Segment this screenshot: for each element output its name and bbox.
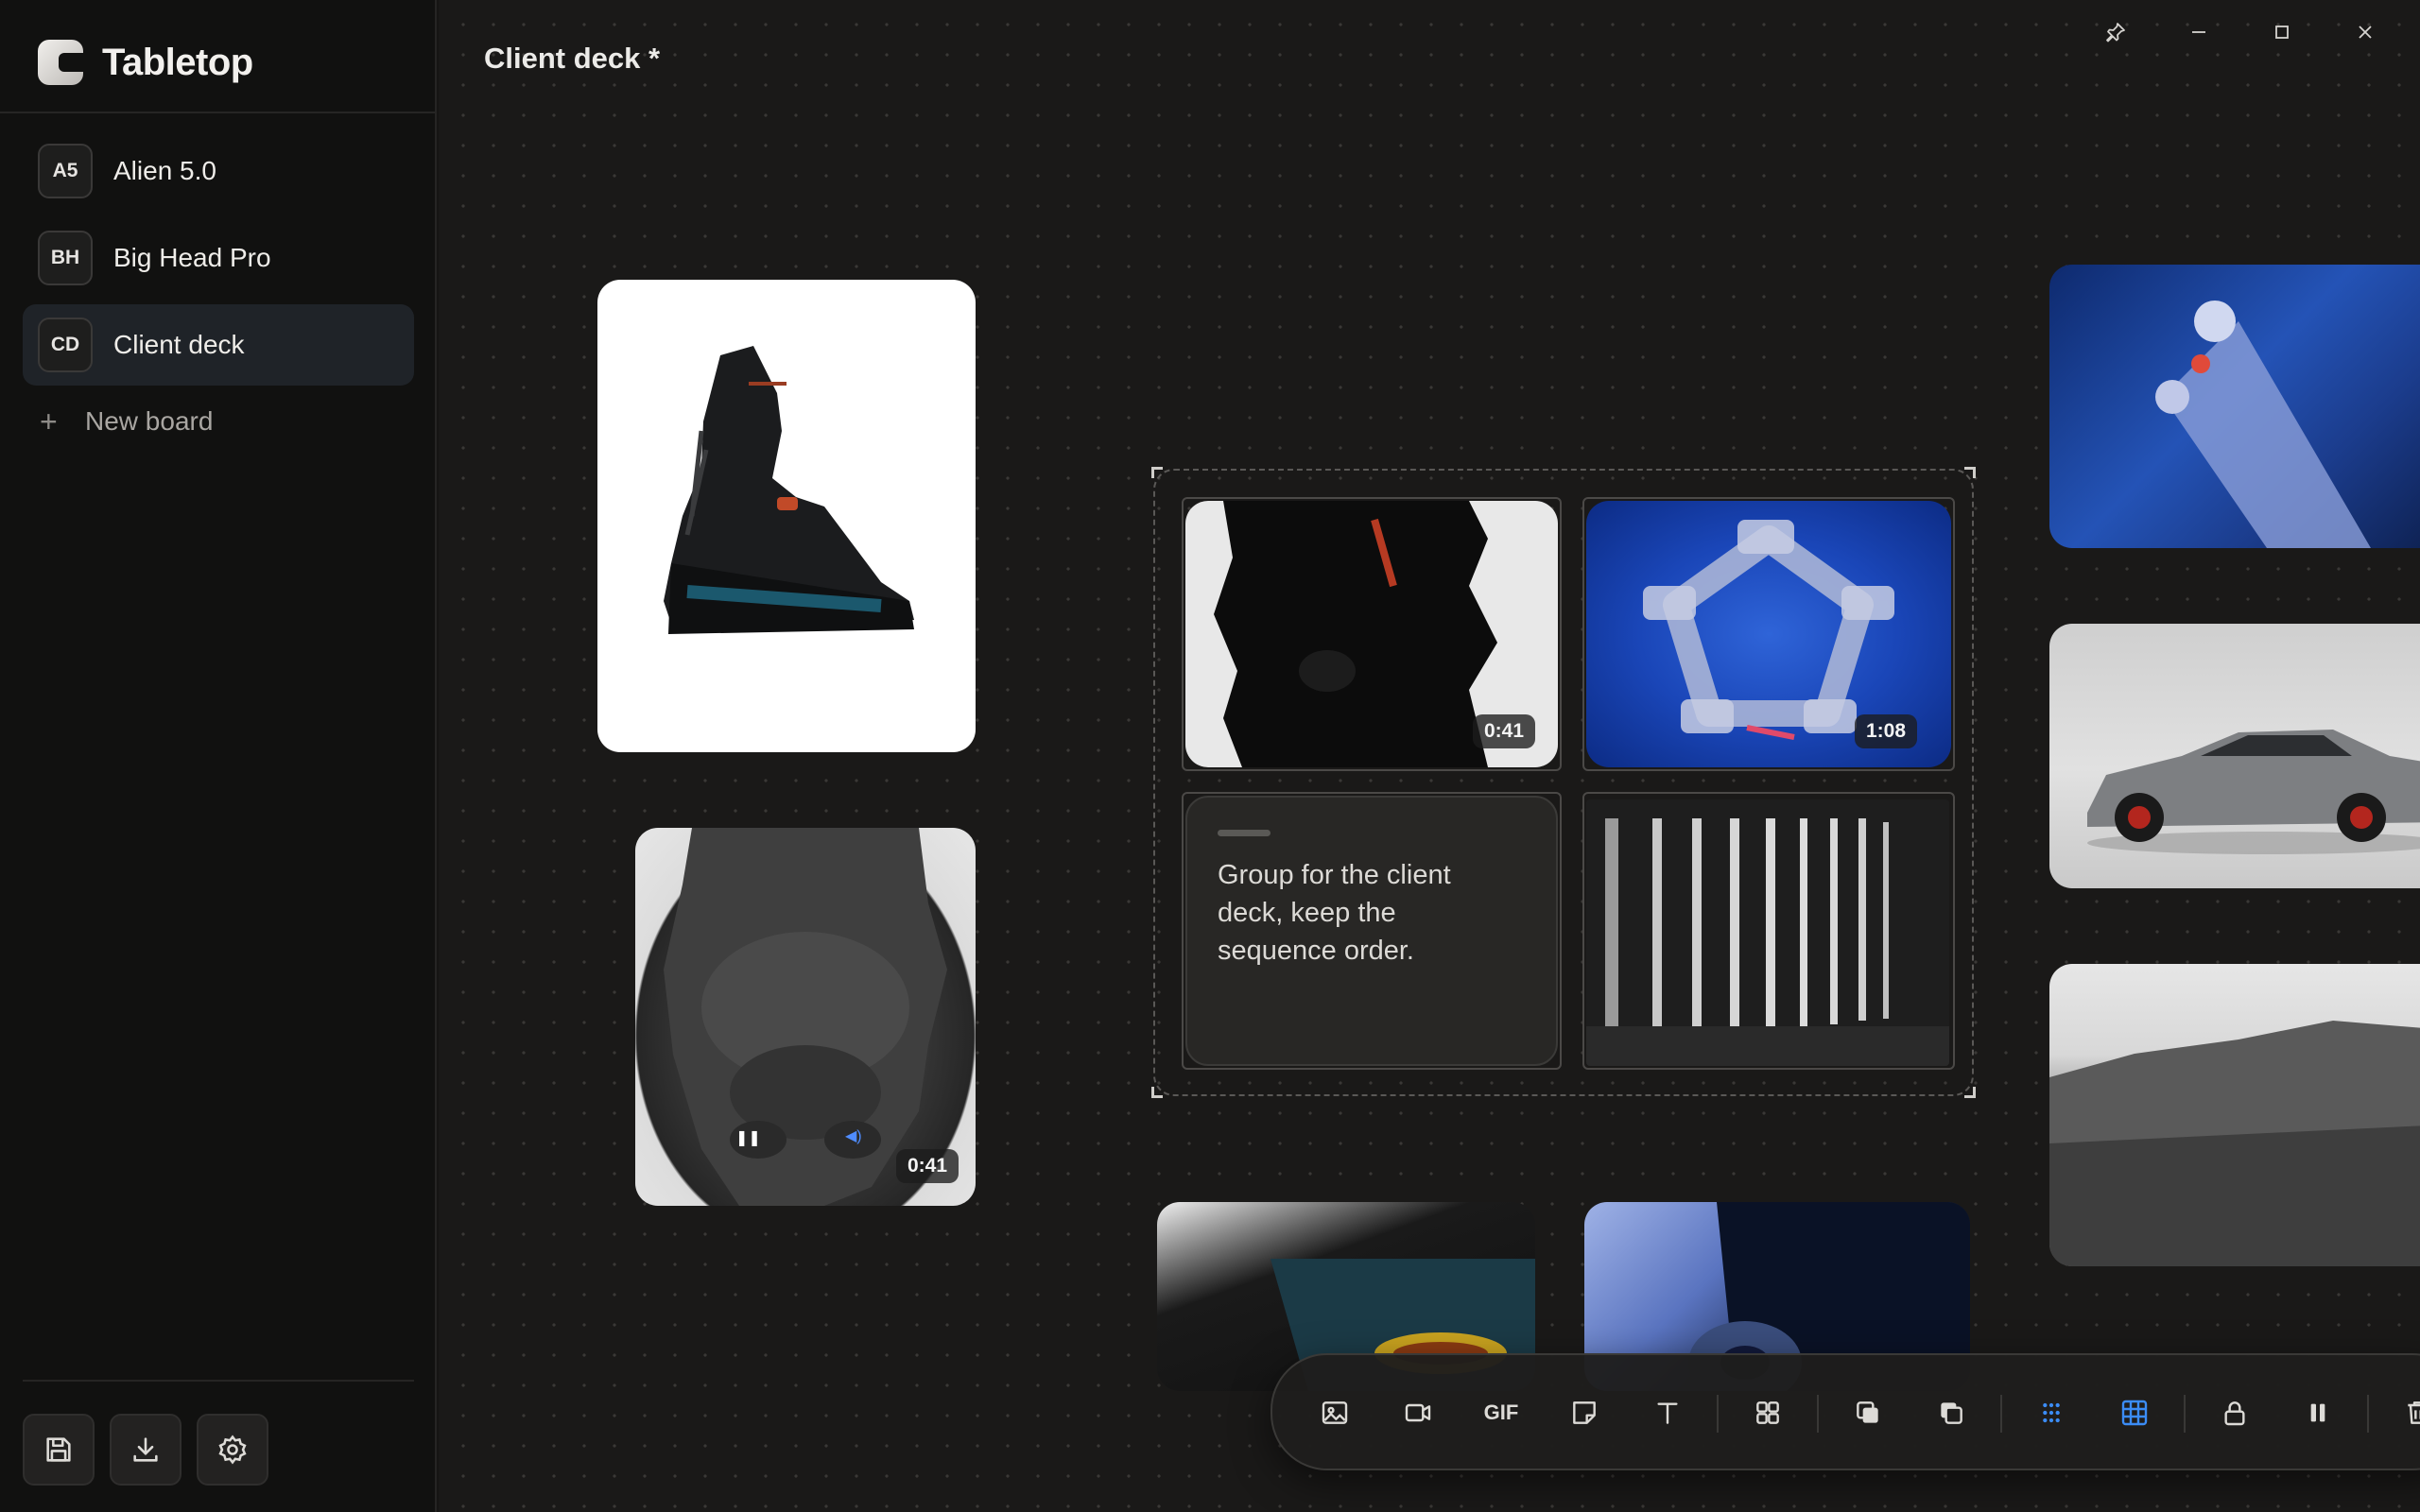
selection-handle[interactable] xyxy=(1151,1087,1163,1098)
app-name: Tabletop xyxy=(102,41,253,83)
sidebar: Tabletop A5 Alien 5.0 BH Big Head Pro CD… xyxy=(0,0,437,1512)
divider xyxy=(23,1380,414,1382)
selection-handle[interactable] xyxy=(1964,467,1976,478)
sidebar-footer-tools xyxy=(23,1414,268,1486)
video-icon xyxy=(1405,1403,1431,1422)
toolbar-divider xyxy=(2000,1395,2002,1433)
lock-button[interactable] xyxy=(2208,1386,2261,1439)
toolbar-divider xyxy=(2367,1395,2369,1433)
group-icon xyxy=(1756,1401,1779,1424)
board-badge: A5 xyxy=(38,144,93,198)
volume-icon[interactable]: ◀) xyxy=(845,1126,862,1145)
board-label: Alien 5.0 xyxy=(113,156,216,185)
divider xyxy=(0,112,435,113)
pillars-image xyxy=(1586,799,1949,1066)
text-icon xyxy=(1657,1402,1678,1424)
note-text[interactable]: Group for the client deck, keep the sequ… xyxy=(1218,856,1520,970)
minimize-icon xyxy=(2192,31,2205,33)
image-card-sports-car[interactable] xyxy=(2049,624,2420,888)
board-badge: CD xyxy=(38,318,93,372)
add-video-button[interactable] xyxy=(1392,1386,1444,1439)
ski-boot-image xyxy=(664,346,914,634)
image-card-pillars[interactable] xyxy=(1586,799,1949,1066)
board-label: Client deck xyxy=(113,330,245,359)
document-title: Client deck * xyxy=(484,42,661,75)
brand: Tabletop xyxy=(38,36,253,89)
save-button[interactable] xyxy=(23,1414,95,1486)
dot-grid-icon xyxy=(2043,1402,2060,1423)
sand-dune-image xyxy=(2049,1021,2420,1266)
grid-snap-toggle[interactable] xyxy=(2108,1386,2161,1439)
add-sticky-note-button[interactable] xyxy=(1558,1386,1611,1439)
metal-flask-image xyxy=(2155,301,2371,548)
sports-car-image xyxy=(2087,730,2420,854)
toolbar-divider xyxy=(1817,1395,1819,1433)
board-list: A5 Alien 5.0 BH Big Head Pro CD Client d… xyxy=(23,130,414,452)
add-text-button[interactable] xyxy=(1641,1386,1694,1439)
add-gif-button[interactable]: GIF xyxy=(1475,1386,1528,1439)
lock-icon xyxy=(2224,1401,2245,1426)
settings-icon xyxy=(218,1435,247,1465)
video-duration: 0:41 xyxy=(1473,714,1536,748)
bring-forward-icon xyxy=(1857,1401,1878,1423)
pause-all-button[interactable] xyxy=(2291,1386,2344,1439)
gif-label: GIF xyxy=(1483,1400,1519,1424)
board-label: Big Head Pro xyxy=(113,243,271,272)
note-drag-handle[interactable] xyxy=(1218,830,1270,836)
bottom-toolbar: GIF xyxy=(1270,1353,2420,1470)
send-backward-button[interactable] xyxy=(1925,1386,1978,1439)
grid-snap-icon xyxy=(2121,1400,2148,1426)
pause-icon[interactable]: ❚❚ xyxy=(735,1128,761,1147)
settings-button[interactable] xyxy=(197,1414,268,1486)
board-canvas[interactable]: Client deck * ❚❚ ◀) 0:41 0:41 1:08 Group… xyxy=(439,0,2420,1512)
download-button[interactable] xyxy=(110,1414,182,1486)
trash-icon xyxy=(2408,1401,2420,1424)
pin-icon xyxy=(2106,23,2125,43)
sticky-note-icon xyxy=(1573,1401,1596,1424)
download-icon xyxy=(133,1437,158,1462)
pause-icon xyxy=(2310,1403,2325,1422)
maximize-icon xyxy=(2275,26,2289,39)
image-card-ski-boot[interactable] xyxy=(597,280,976,752)
send-backward-icon xyxy=(1941,1402,1962,1424)
board-badge: BH xyxy=(38,231,93,285)
video-duration: 0:41 xyxy=(896,1149,959,1183)
image-card-sand-dune[interactable] xyxy=(2049,964,2420,1266)
plus-icon: + xyxy=(40,404,58,438)
close-icon xyxy=(2359,26,2372,39)
toolbar-divider xyxy=(2184,1395,2186,1433)
pin-button[interactable] xyxy=(2074,13,2157,51)
sidebar-item-big-head-pro[interactable]: BH Big Head Pro xyxy=(23,217,414,299)
video-card-stone-face[interactable]: ❚❚ ◀) 0:41 xyxy=(635,828,976,1206)
image-icon xyxy=(1322,1401,1348,1424)
toolbar-divider xyxy=(1717,1395,1719,1433)
image-card-metal-flask[interactable] xyxy=(2049,265,2420,548)
window-controls xyxy=(2074,13,2407,51)
sticky-note-card[interactable]: Group for the client deck, keep the sequ… xyxy=(1185,796,1558,1066)
add-image-button[interactable] xyxy=(1308,1386,1361,1439)
video-duration: 1:08 xyxy=(1855,714,1918,748)
dot-grid-toggle[interactable] xyxy=(2025,1386,2078,1439)
minimize-button[interactable] xyxy=(2157,13,2240,51)
delete-button[interactable] xyxy=(2392,1386,2420,1439)
selection-handle[interactable] xyxy=(1964,1087,1976,1098)
new-board-button[interactable]: + New board xyxy=(23,391,414,452)
sidebar-item-client-deck[interactable]: CD Client deck xyxy=(23,304,414,386)
tabletop-logo-icon xyxy=(38,40,83,85)
close-button[interactable] xyxy=(2324,13,2407,51)
save-icon xyxy=(46,1437,71,1462)
video-card-boot-closeup[interactable]: 0:41 xyxy=(1185,501,1558,767)
new-board-label: New board xyxy=(85,406,214,436)
selection-handle[interactable] xyxy=(1151,467,1163,478)
video-card-metal-knot[interactable]: 1:08 xyxy=(1586,501,1951,767)
bring-forward-button[interactable] xyxy=(1841,1386,1894,1439)
sidebar-item-alien[interactable]: A5 Alien 5.0 xyxy=(23,130,414,212)
maximize-button[interactable] xyxy=(2240,13,2324,51)
group-button[interactable] xyxy=(1741,1386,1794,1439)
